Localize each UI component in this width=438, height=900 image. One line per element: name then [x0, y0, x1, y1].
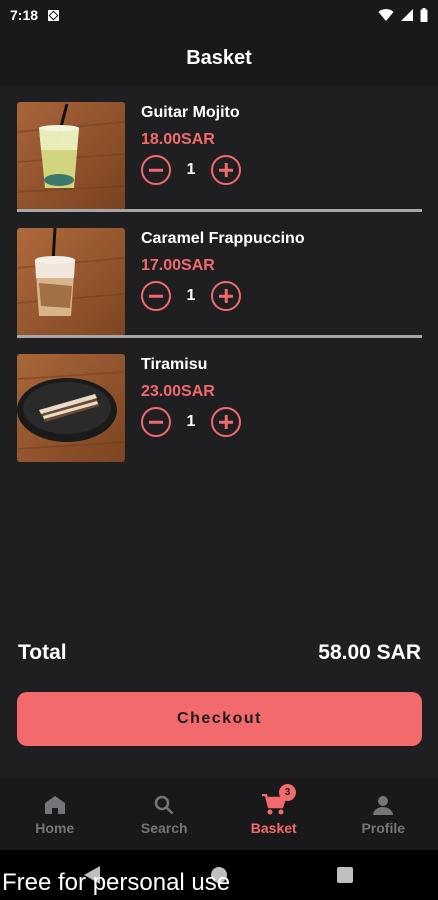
- nav-home-label: Home: [35, 819, 75, 836]
- total-row: Total 58.00 SAR: [18, 641, 421, 665]
- nav-basket-label: Basket: [250, 819, 297, 836]
- item-price: 17.00SAR: [141, 257, 215, 274]
- increase-quantity-button[interactable]: [211, 155, 241, 185]
- wifi-icon: [378, 9, 394, 21]
- basket-list: Guitar Mojito 18.00SAR 1 Caramel Frappuc…: [0, 86, 438, 464]
- quantity-stepper: 1: [141, 281, 305, 311]
- product-image-mojito: [17, 102, 125, 210]
- status-icons: [378, 8, 428, 22]
- basket-count-badge: 3: [279, 784, 296, 801]
- bottom-nav: Home Search 3 Basket Profile: [0, 778, 438, 850]
- person-icon: [373, 793, 394, 817]
- search-icon: [154, 793, 174, 817]
- total-label: Total: [18, 641, 67, 664]
- product-image-tiramisu: [17, 354, 125, 462]
- quantity-stepper: 1: [141, 407, 241, 437]
- status-time: 7:18: [10, 7, 39, 23]
- item-quantity: 1: [186, 413, 196, 430]
- product-image-frappuccino: [17, 228, 125, 336]
- checkout-button[interactable]: Checkout: [17, 692, 422, 746]
- notification-icon: [48, 9, 60, 21]
- decrease-quantity-button[interactable]: [141, 407, 171, 437]
- battery-icon: [420, 8, 428, 22]
- item-name: Caramel Frappuccino: [141, 230, 305, 247]
- home-icon: [44, 793, 65, 817]
- signal-icon: [401, 9, 413, 21]
- recents-icon[interactable]: [337, 867, 353, 883]
- item-quantity: 1: [186, 287, 196, 304]
- item-info: Caramel Frappuccino 17.00SAR 1: [141, 228, 305, 338]
- basket-item: Guitar Mojito 18.00SAR 1: [0, 86, 438, 212]
- nav-basket[interactable]: 3 Basket: [219, 778, 329, 850]
- item-info: Guitar Mojito 18.00SAR 1: [141, 102, 241, 212]
- increase-quantity-button[interactable]: [211, 407, 241, 437]
- app-header: Basket: [0, 30, 438, 86]
- nav-search[interactable]: Search: [110, 778, 220, 850]
- item-price: 18.00SAR: [141, 131, 215, 148]
- decrease-quantity-button[interactable]: [141, 281, 171, 311]
- item-name: Guitar Mojito: [141, 104, 240, 121]
- nav-search-label: Search: [140, 819, 188, 836]
- nav-profile-label: Profile: [361, 819, 406, 836]
- quantity-stepper: 1: [141, 155, 241, 185]
- total-value: 58.00 SAR: [318, 641, 421, 664]
- item-price: 23.00SAR: [141, 383, 215, 400]
- nav-profile[interactable]: Profile: [329, 778, 438, 850]
- item-quantity: 1: [186, 161, 196, 178]
- basket-item: Caramel Frappuccino 17.00SAR 1: [0, 212, 438, 338]
- basket-item: Tiramisu 23.00SAR 1: [0, 338, 438, 464]
- decrease-quantity-button[interactable]: [141, 155, 171, 185]
- status-bar: 7:18: [0, 0, 438, 30]
- page-title: Basket: [186, 46, 252, 69]
- nav-home[interactable]: Home: [0, 778, 110, 850]
- watermark-text: Free for personal use: [2, 869, 231, 896]
- increase-quantity-button[interactable]: [211, 281, 241, 311]
- item-info: Tiramisu 23.00SAR 1: [141, 354, 241, 464]
- item-name: Tiramisu: [141, 356, 208, 373]
